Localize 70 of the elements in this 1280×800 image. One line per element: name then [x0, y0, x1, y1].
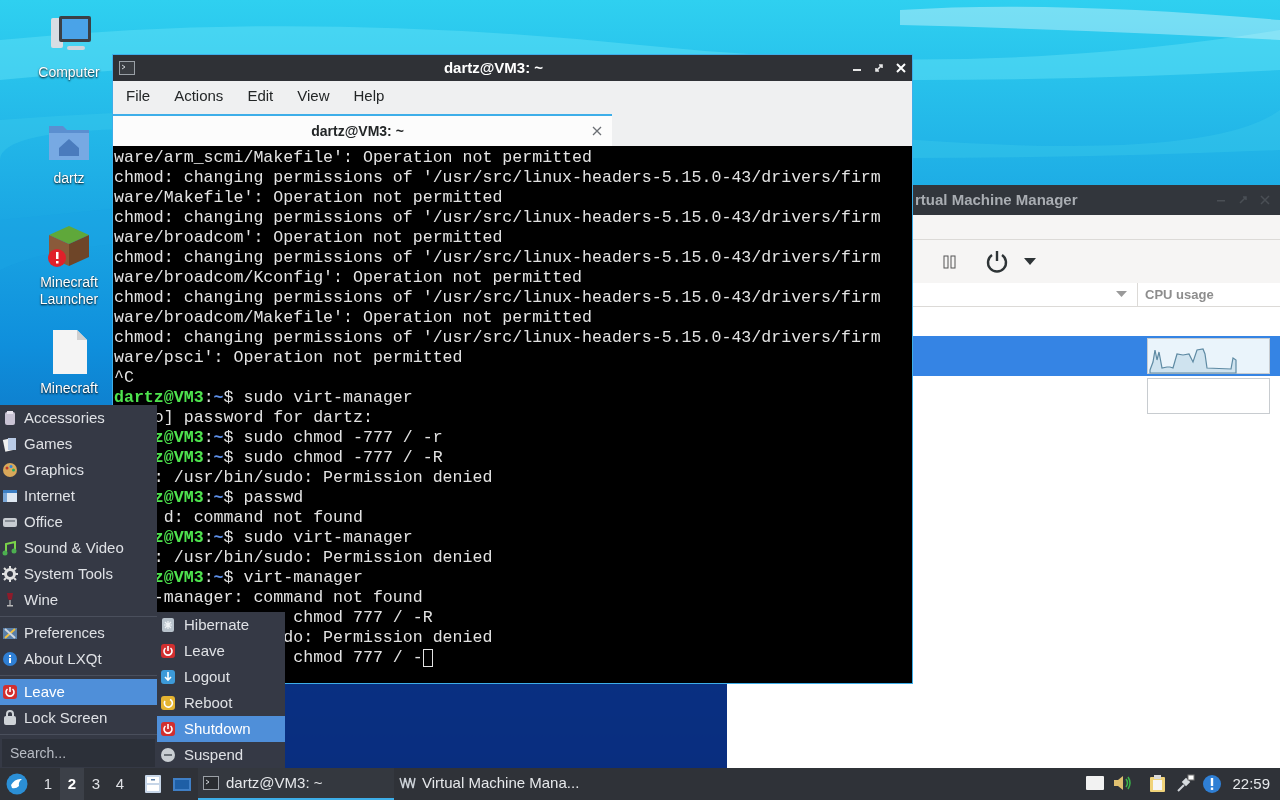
menu-item[interactable]: Edit — [243, 85, 278, 108]
music-notes-icon — [2, 540, 18, 556]
file-cabinet-icon[interactable] — [144, 774, 162, 794]
terminal-line: ware/broadcom': Operation not permitted — [114, 228, 503, 248]
terminal-line: d: command not found — [163, 508, 363, 528]
icon-label[interactable]: Minecraft — [40, 380, 98, 397]
terminal-line: ware/Makefile': Operation not permitted — [114, 188, 503, 208]
power-icon — [160, 721, 176, 737]
terminal-line: ware/psci': Operation not permitted — [114, 348, 463, 368]
tools-icon — [2, 625, 18, 641]
terminal-line: chmod: changing permissions of '/usr/src/linux-headers-5.15.0-43/drivers/firm — [114, 288, 881, 308]
taskbar-button[interactable]: Virtual Machine Mana... — [394, 768, 590, 800]
dropdown-caret-icon[interactable] — [1024, 257, 1036, 266]
desktop-switcher-button[interactable]: 2 — [60, 768, 84, 800]
palette-icon — [2, 462, 18, 478]
terminal-line: ware/broadcom/Makefile': Operation not permitted — [114, 308, 592, 328]
table-row[interactable] — [913, 336, 1280, 376]
power-icon — [2, 684, 18, 700]
menu-item[interactable]: Hibernate — [157, 612, 285, 638]
terminal-icon — [203, 776, 220, 790]
network-plug-icon[interactable] — [1175, 774, 1196, 794]
menu-item[interactable]: Logout — [157, 664, 285, 690]
menu-item[interactable]: Preferences — [0, 620, 157, 646]
tab[interactable]: dartz@VM3: ~ — [113, 114, 612, 146]
menu-item[interactable]: Accessories — [0, 405, 157, 431]
info-icon[interactable] — [1202, 774, 1223, 794]
desktop-switcher-button[interactable]: 1 — [36, 768, 60, 800]
terminal-line: chmod: changing permissions of '/usr/src/linux-headers-5.15.0-43/drivers/firm — [114, 248, 881, 268]
menu-item[interactable]: Lock Screen — [0, 705, 157, 731]
desktop-switcher-button[interactable]: 3 — [84, 768, 108, 800]
terminal-line: chmod 777 / - — [293, 648, 423, 668]
search-field[interactable]: Search... — [2, 739, 155, 767]
terminal-line: ware/broadcom/Kconfig': Operation not permitted — [114, 268, 583, 288]
terminal-line: chmod 777 / -R — [293, 608, 433, 628]
sort-caret-icon[interactable] — [1116, 291, 1127, 298]
browser-window-icon — [2, 488, 18, 504]
snowflake-icon — [160, 617, 176, 633]
menu-item[interactable]: File — [122, 85, 155, 108]
show-desktop-icon[interactable] — [172, 776, 192, 792]
pause-icon[interactable] — [943, 254, 957, 269]
reload-icon — [160, 695, 176, 711]
pause-circle-icon — [160, 747, 176, 763]
menu-item[interactable]: Reboot — [157, 690, 285, 716]
menu-item[interactable]: Suspend — [157, 742, 285, 768]
menu-item[interactable]: Actions — [170, 85, 228, 108]
terminal-line: do: Permission denied — [283, 628, 493, 648]
taskbar-button[interactable]: dartz@VM3: ~ — [198, 768, 394, 800]
terminal-line: ^C — [114, 368, 134, 388]
window-title: rtual Machine Manager — [914, 189, 1079, 210]
terminal-line: chmod: changing permissions of '/usr/src/linux-headers-5.15.0-43/drivers/firm — [114, 168, 881, 188]
info-icon — [2, 651, 18, 667]
menu-item[interactable]: About LXQt — [0, 646, 157, 672]
terminal-line: ware/arm_scmi/Makefile': Operation not permitted — [114, 148, 592, 168]
menu-item[interactable]: View — [293, 85, 334, 108]
power-icon[interactable] — [985, 249, 1009, 274]
start-menu-icon[interactable] — [6, 773, 28, 795]
terminal-line: chmod: changing permissions of '/usr/src/linux-headers-5.15.0-43/drivers/firm — [114, 328, 881, 348]
window-title: dartz@VM3: ~ — [442, 57, 545, 78]
menu-item[interactable]: Help — [349, 85, 389, 108]
power-icon — [160, 643, 176, 659]
clock[interactable]: 22:59 — [1232, 772, 1270, 796]
desktop-switcher-button[interactable]: 4 — [108, 768, 132, 800]
gear-icon — [2, 566, 18, 582]
lock-icon — [2, 710, 18, 726]
terminal-line: dartz@VM3:~$ sudo virt-manager — [114, 388, 413, 408]
cards-icon — [2, 436, 18, 452]
terminal-line: chmod: changing permissions of '/usr/src/linux-headers-5.15.0-43/drivers/firm — [114, 208, 881, 228]
jar-icon — [2, 410, 18, 426]
terminal-icon[interactable] — [119, 61, 135, 75]
menu-item[interactable]: Leave — [157, 638, 285, 664]
